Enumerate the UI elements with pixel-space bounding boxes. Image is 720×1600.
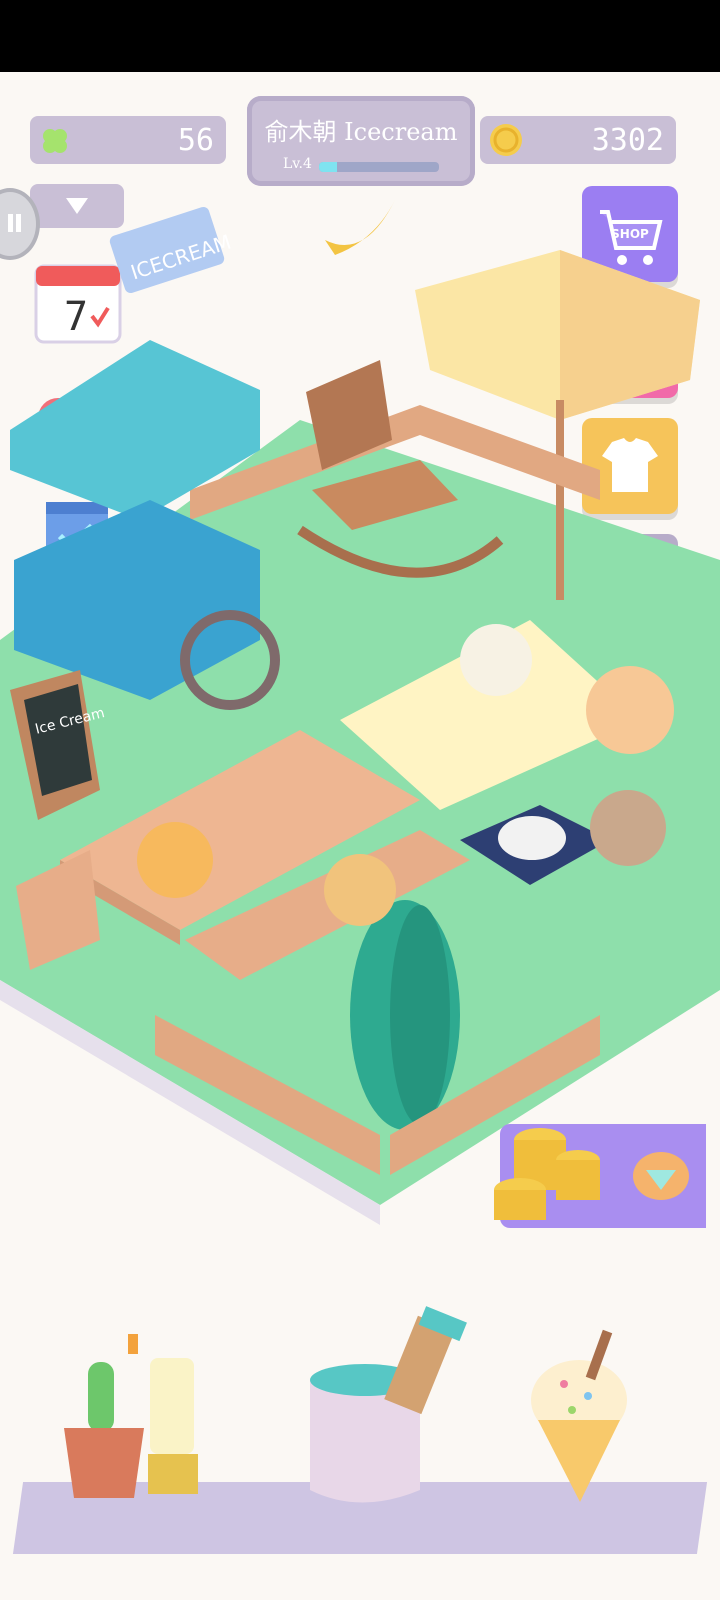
cypress-tree[interactable] <box>350 900 460 1130</box>
poodle-visitor[interactable] <box>586 666 674 754</box>
clover-counter[interactable]: 56 <box>30 116 226 164</box>
calico-cat[interactable] <box>498 816 566 860</box>
coin-stack-icon <box>494 1128 600 1220</box>
orange-cat[interactable] <box>137 822 213 898</box>
coin-icon <box>490 124 522 156</box>
coin-claim-panel[interactable] <box>494 1124 706 1228</box>
clover-count: 56 <box>177 122 214 158</box>
status-bar <box>0 0 720 72</box>
ice-cream-cart[interactable]: ICECREAM <box>10 205 280 710</box>
garden-scene: ICECREAM Ice Cream <box>0 200 720 1225</box>
dog-on-blanket[interactable] <box>460 624 532 696</box>
cactus-candle-item[interactable] <box>58 1318 208 1508</box>
paint-bucket-item[interactable] <box>300 1304 480 1514</box>
ice-cream-cone-item[interactable] <box>524 1320 644 1510</box>
gem-icon <box>633 1152 689 1200</box>
cat-visitor[interactable] <box>590 790 666 866</box>
shop-title-plate[interactable]: 俞木朝 Icecream Lv.4 <box>247 96 475 186</box>
shop-title: 俞木朝 Icecream <box>264 118 458 146</box>
coin-counter[interactable]: 3302 <box>480 116 676 164</box>
banana-peel <box>325 200 395 255</box>
level-progress-bar <box>319 162 439 172</box>
clover-icon <box>43 129 67 153</box>
level-progress-fill <box>319 162 337 172</box>
lion-cub[interactable] <box>324 854 396 926</box>
coin-count: 3302 <box>591 122 664 158</box>
level-label: Lv.4 <box>283 156 312 172</box>
